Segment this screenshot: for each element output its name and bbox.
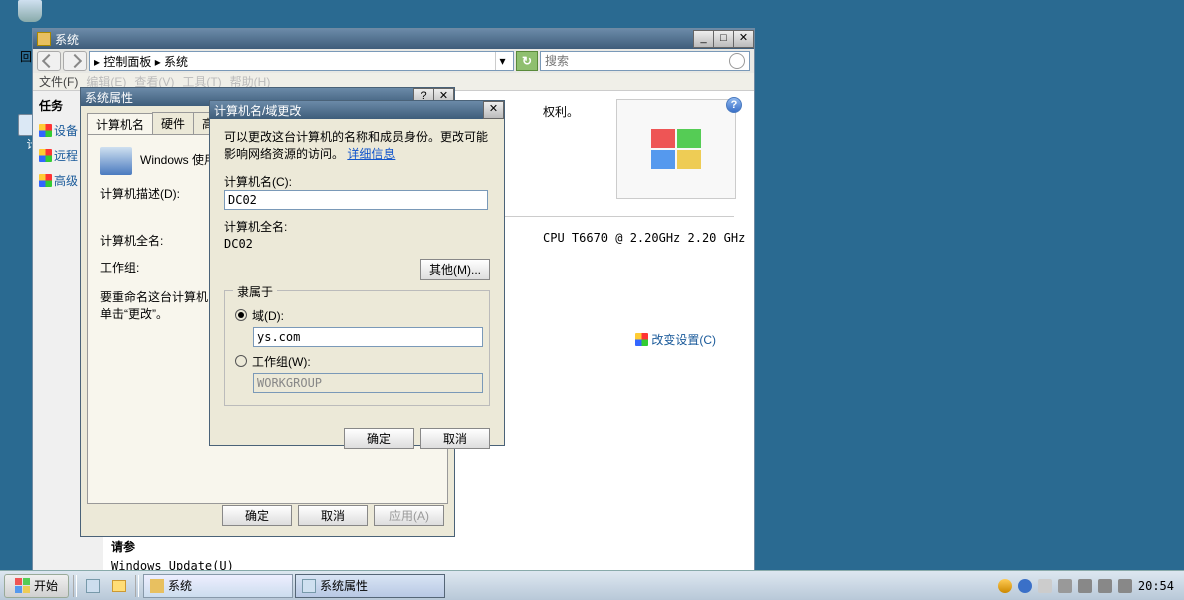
- computer-icon: [100, 147, 132, 175]
- search-box[interactable]: [540, 51, 750, 71]
- shield-icon: [39, 124, 52, 137]
- domain-radio[interactable]: [235, 309, 247, 321]
- tab-hardware[interactable]: 硬件: [152, 112, 194, 134]
- sysprop-ok-button[interactable]: 确定: [222, 505, 292, 526]
- system-icon: [150, 579, 164, 593]
- tray-icon-6[interactable]: [1098, 579, 1112, 593]
- details-link[interactable]: 详细信息: [347, 147, 395, 161]
- tab-computer-name[interactable]: 计算机名: [87, 113, 153, 135]
- member-of-legend: 隶属于: [233, 283, 277, 300]
- change-settings-link[interactable]: 改变设置(C): [635, 331, 716, 348]
- taskbar: 开始 系统 系统属性 20:54: [0, 570, 1184, 600]
- computer-name-input[interactable]: [224, 190, 488, 210]
- namedlg-title: 计算机名/域更改: [214, 102, 484, 119]
- system-tray: 20:54: [998, 579, 1180, 593]
- fullname-label: 计算机全名:: [100, 232, 190, 249]
- desc-label: 计算机描述(D):: [100, 185, 190, 202]
- see-also-header: 请参: [111, 538, 135, 555]
- recycle-bin[interactable]: [18, 0, 42, 22]
- workgroup-label2: 工作组(W):: [252, 353, 311, 370]
- namedlg-titlebar[interactable]: 计算机名/域更改 ✕: [210, 101, 504, 119]
- workgroup-input: [253, 373, 483, 393]
- system-title-text: 系统: [55, 31, 694, 48]
- back-button[interactable]: [37, 51, 61, 71]
- namedlg-body: 可以更改这台计算机的名称和成员身份。更改可能影响网络资源的访问。 详细信息 计算…: [210, 119, 504, 416]
- taskbar-item-sysprop[interactable]: 系统属性: [295, 574, 445, 598]
- task-remote-label: 远程: [54, 147, 78, 164]
- refresh-button[interactable]: ↻: [516, 51, 538, 71]
- sysprop-icon: [302, 579, 316, 593]
- workgroup-radio-row[interactable]: 工作组(W):: [235, 353, 479, 370]
- help-button[interactable]: ?: [726, 97, 742, 113]
- taskbar-sysprop-label: 系统属性: [320, 577, 368, 594]
- shield-icon: [635, 333, 648, 346]
- quicklaunch-explorer[interactable]: [107, 574, 131, 598]
- recycle-bin-icon: [18, 0, 42, 22]
- maximize-button[interactable]: □: [713, 30, 734, 48]
- breadcrumb-text: ▸ 控制面板 ▸ 系统: [94, 53, 188, 70]
- system-titlebar[interactable]: 系统 _ □ ✕: [33, 29, 754, 49]
- start-label: 开始: [34, 577, 58, 594]
- windows-start-icon: [15, 578, 30, 593]
- minimize-button[interactable]: _: [693, 30, 714, 48]
- quicklaunch-desktop[interactable]: [81, 574, 105, 598]
- search-input[interactable]: [545, 54, 729, 68]
- namedlg-info: 可以更改这台计算机的名称和成员身份。更改可能影响网络资源的访问。 详细信息: [224, 129, 490, 163]
- search-icon[interactable]: [729, 53, 745, 69]
- task-advanced-label: 高级: [54, 172, 78, 189]
- clock[interactable]: 20:54: [1138, 579, 1174, 593]
- tray-icon-1[interactable]: [998, 579, 1012, 593]
- fullname-value: DC02: [224, 237, 490, 251]
- taskbar-item-system[interactable]: 系统: [143, 574, 293, 598]
- tray-network-icon[interactable]: [1038, 579, 1052, 593]
- breadcrumb-dropdown[interactable]: ▾: [495, 52, 509, 70]
- fullname-label2: 计算机全名:: [224, 218, 490, 235]
- windows-logo-icon: [651, 129, 701, 169]
- domain-label: 域(D):: [252, 307, 284, 324]
- workgroup-radio[interactable]: [235, 355, 247, 367]
- breadcrumb-box[interactable]: ▸ 控制面板 ▸ 系统 ▾: [89, 51, 514, 71]
- address-bar: ▸ 控制面板 ▸ 系统 ▾ ↻: [33, 49, 754, 73]
- sysprop-cancel-button[interactable]: 取消: [298, 505, 368, 526]
- desktop-return-label: 回: [20, 48, 32, 65]
- rename-text: 要重命名这台计算机，单击“更改”。: [100, 288, 220, 322]
- tray-volume-icon[interactable]: [1058, 579, 1072, 593]
- namedlg-ok-button[interactable]: 确定: [344, 428, 414, 449]
- close-button[interactable]: ✕: [733, 30, 754, 48]
- system-title-icon: [37, 32, 51, 46]
- more-button[interactable]: 其他(M)...: [420, 259, 490, 280]
- domain-radio-row[interactable]: 域(D):: [235, 307, 479, 324]
- forward-button[interactable]: [63, 51, 87, 71]
- shield-icon: [39, 149, 52, 162]
- change-settings-label: 改变设置(C): [651, 331, 716, 348]
- computer-name-label: 计算机名(C):: [224, 173, 490, 190]
- tray-icon-2[interactable]: [1018, 579, 1032, 593]
- workgroup-label: 工作组:: [100, 259, 190, 276]
- namedlg-cancel-button[interactable]: 取消: [420, 428, 490, 449]
- taskbar-system-label: 系统: [168, 577, 192, 594]
- back-arrow-icon: [42, 54, 56, 68]
- system-logo: [616, 99, 736, 199]
- shield-icon: [39, 174, 52, 187]
- folder-icon: [112, 580, 126, 592]
- namedlg-close-button[interactable]: ✕: [483, 101, 504, 119]
- cpu-info: CPU T6670 @ 2.20GHz 2.20 GHz: [543, 231, 745, 245]
- sysprop-apply-button[interactable]: 应用(A): [374, 505, 444, 526]
- start-button[interactable]: 开始: [4, 574, 69, 598]
- member-of-group: 隶属于 域(D): 工作组(W):: [224, 290, 490, 406]
- tray-icon-7[interactable]: [1118, 579, 1132, 593]
- rights-text: 权利。: [543, 103, 579, 120]
- domain-input[interactable]: [253, 327, 483, 347]
- show-desktop-icon: [86, 579, 100, 593]
- forward-arrow-icon: [68, 54, 82, 68]
- tray-icon-5[interactable]: [1078, 579, 1092, 593]
- name-domain-dialog: 计算机名/域更改 ✕ 可以更改这台计算机的名称和成员身份。更改可能影响网络资源的…: [209, 100, 505, 446]
- menu-file[interactable]: 文件(F): [39, 73, 78, 90]
- task-device-label: 设备: [54, 122, 78, 139]
